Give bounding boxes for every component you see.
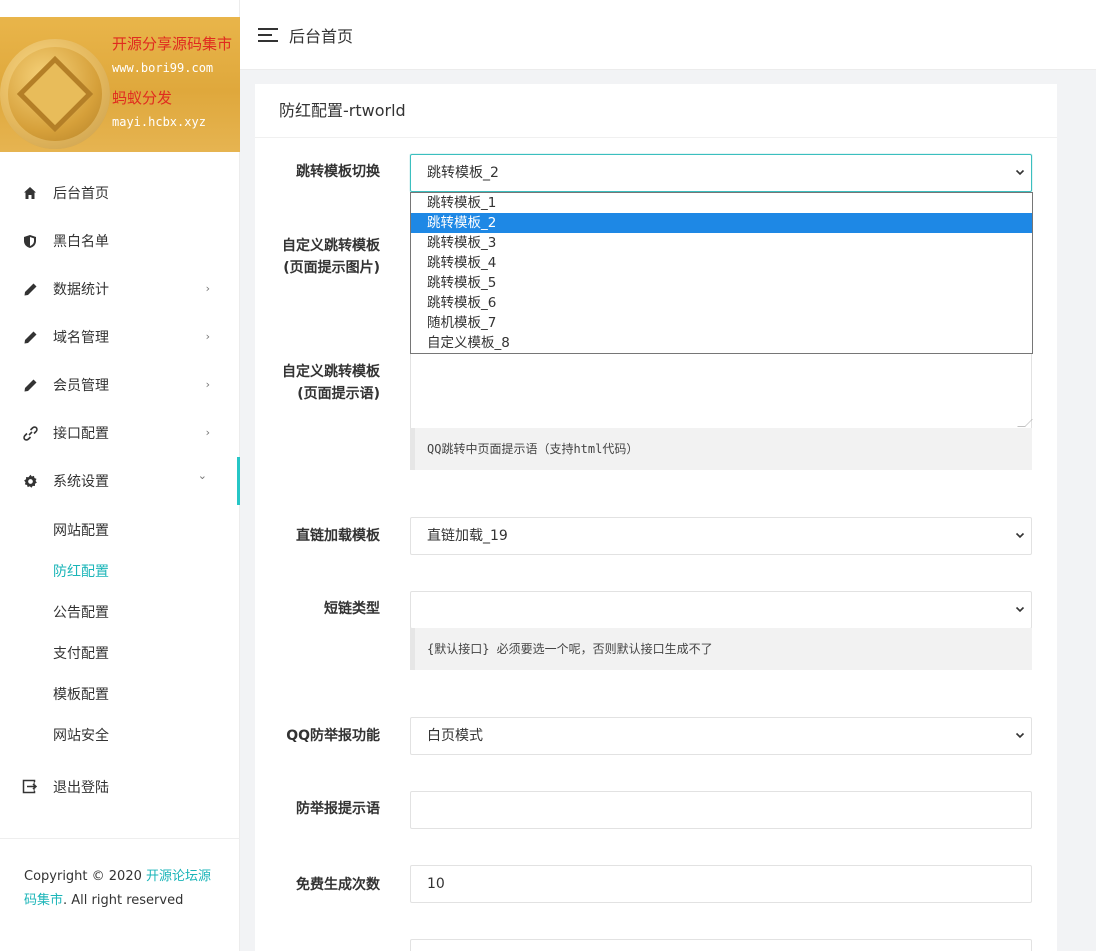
chevron-down-icon: ⌄ (197, 469, 207, 482)
logo-line2: www.bori99.com (112, 61, 214, 75)
top-header: 后台首页 (240, 0, 1096, 70)
dropdown-option[interactable]: 跳转模板_5 (411, 273, 1032, 293)
card-title: 防红配置-rtworld (255, 84, 1057, 138)
pencil-icon (22, 377, 38, 393)
logo-coin-icon (0, 39, 110, 149)
anti-report-select[interactable]: 白页模式 (410, 717, 1032, 755)
free-count-input[interactable]: 10 (410, 865, 1032, 903)
template-switch-value: 跳转模板_2 (427, 165, 499, 181)
home-icon (22, 185, 38, 201)
dropdown-option[interactable]: 跳转模板_1 (411, 193, 1032, 213)
sidebar-subitem-payment-config[interactable]: 支付配置 (0, 632, 240, 673)
sidebar-item-blacklist[interactable]: 黑白名单 (0, 217, 240, 265)
chevron-down-icon (1015, 518, 1025, 570)
custom-text-hint: QQ跳转中页面提示语（支持html代码） (410, 428, 1032, 470)
dropdown-option[interactable]: 跳转模板_6 (411, 293, 1032, 313)
next-field-input[interactable] (410, 939, 1032, 951)
anti-report-label: QQ防举报功能 (286, 728, 380, 744)
dropdown-option[interactable]: 自定义模板_8 (411, 333, 1032, 353)
dropdown-option[interactable]: 随机模板_7 (411, 313, 1032, 333)
pencil-icon (22, 329, 38, 345)
short-link-select[interactable] (410, 591, 1032, 629)
logout-icon (22, 779, 38, 795)
custom-image-label-line1: 自定义跳转模板 (282, 238, 380, 254)
sidebar-subitem-site-security[interactable]: 网站安全 (0, 714, 240, 755)
sidebar-item-stats[interactable]: 数据统计 › (0, 265, 240, 313)
sidebar-item-label: 后台首页 (53, 186, 109, 202)
anti-report-value: 白页模式 (427, 728, 483, 744)
sidebar-item-api[interactable]: 接口配置 › (0, 409, 240, 457)
sidebar-subitem-site-config[interactable]: 网站配置 (0, 509, 240, 550)
custom-text-label-line2: (页面提示语) (297, 386, 380, 402)
report-tip-label: 防举报提示语 (296, 801, 380, 817)
sidebar-item-label: 数据统计 (53, 282, 109, 298)
dropdown-option[interactable]: 跳转模板_4 (411, 253, 1032, 273)
direct-template-value: 直链加载_19 (427, 528, 508, 544)
logout-button[interactable]: 退出登陆 (0, 763, 240, 811)
sidebar-item-label: 会员管理 (53, 378, 109, 394)
report-tip-input[interactable] (410, 791, 1032, 829)
template-switch-dropdown: 跳转模板_1 跳转模板_2 跳转模板_3 跳转模板_4 跳转模板_5 跳转模板_… (410, 192, 1033, 354)
logo-line3: 蚂蚁分发 (112, 89, 173, 107)
sidebar-item-label: 接口配置 (53, 426, 109, 442)
logo-line1: 开源分享源码集市 (112, 35, 233, 53)
direct-template-select[interactable]: 直链加载_19 (410, 517, 1032, 555)
template-switch-label: 跳转模板切换 (296, 164, 380, 180)
chevron-right-icon: › (205, 282, 210, 295)
dropdown-option[interactable]: 跳转模板_3 (411, 233, 1032, 253)
sidebar-item-domains[interactable]: 域名管理 › (0, 313, 240, 361)
template-switch-select[interactable]: 跳转模板_2 (410, 154, 1032, 192)
sidebar-item-system-settings[interactable]: 系统设置 ⌄ (0, 457, 240, 505)
sidebar-item-label: 域名管理 (53, 330, 109, 346)
sidebar-item-label: 系统设置 (53, 474, 109, 490)
custom-image-label: 自定义跳转模板 (页面提示图片) (275, 235, 380, 279)
sidebar-subitem-notice-config[interactable]: 公告配置 (0, 591, 240, 632)
custom-image-label-line2: (页面提示图片) (283, 260, 380, 276)
menu-toggle-icon[interactable] (258, 27, 278, 42)
sidebar-item-label: 黑白名单 (53, 234, 109, 250)
sidebar-footer: Copyright © 2020 开源论坛源码集市. All right res… (0, 838, 240, 939)
short-link-hint: {默认接口} 必须要选一个呢，否则默认接口生成不了 (410, 628, 1032, 670)
copyright-suffix: . All right reserved (63, 893, 184, 908)
logo-line4: mayi.hcbx.xyz (112, 115, 206, 129)
pencil-icon (22, 281, 38, 297)
chevron-down-icon (1015, 718, 1025, 770)
chevron-right-icon: › (205, 378, 210, 391)
custom-text-label: 自定义跳转模板 (页面提示语) (275, 361, 380, 405)
header-title: 后台首页 (289, 26, 354, 46)
resize-handle[interactable] (1017, 419, 1033, 427)
logout-label: 退出登陆 (53, 780, 109, 796)
sidebar-item-members[interactable]: 会员管理 › (0, 361, 240, 409)
custom-text-label-line1: 自定义跳转模板 (282, 364, 380, 380)
site-logo[interactable]: 开源分享源码集市 www.bori99.com 蚂蚁分发 mayi.hcbx.x… (0, 17, 240, 152)
link-icon (22, 425, 38, 441)
sidebar-subitem-anti-red-config[interactable]: 防红配置 (0, 550, 240, 591)
sidebar: 开源分享源码集市 www.bori99.com 蚂蚁分发 mayi.hcbx.x… (0, 0, 240, 951)
sidebar-subitem-template-config[interactable]: 模板配置 (0, 673, 240, 714)
sidebar-item-home[interactable]: 后台首页 (0, 169, 240, 217)
sidebar-nav: 后台首页 黑白名单 数据统计 › 域名管理 › 会员管理 › 接口配置 › 系统… (0, 169, 240, 811)
dropdown-option-selected[interactable]: 跳转模板_2 (411, 213, 1032, 233)
short-link-label: 短链类型 (324, 601, 380, 617)
direct-template-label: 直链加载模板 (296, 528, 380, 544)
free-count-label: 免费生成次数 (296, 877, 380, 893)
shield-icon (22, 233, 38, 249)
gear-icon (22, 473, 38, 489)
sidebar-submenu: 网站配置 防红配置 公告配置 支付配置 模板配置 网站安全 (0, 505, 240, 755)
chevron-right-icon: › (205, 330, 210, 343)
copyright-prefix: Copyright © 2020 (24, 869, 147, 884)
chevron-right-icon: › (205, 426, 210, 439)
